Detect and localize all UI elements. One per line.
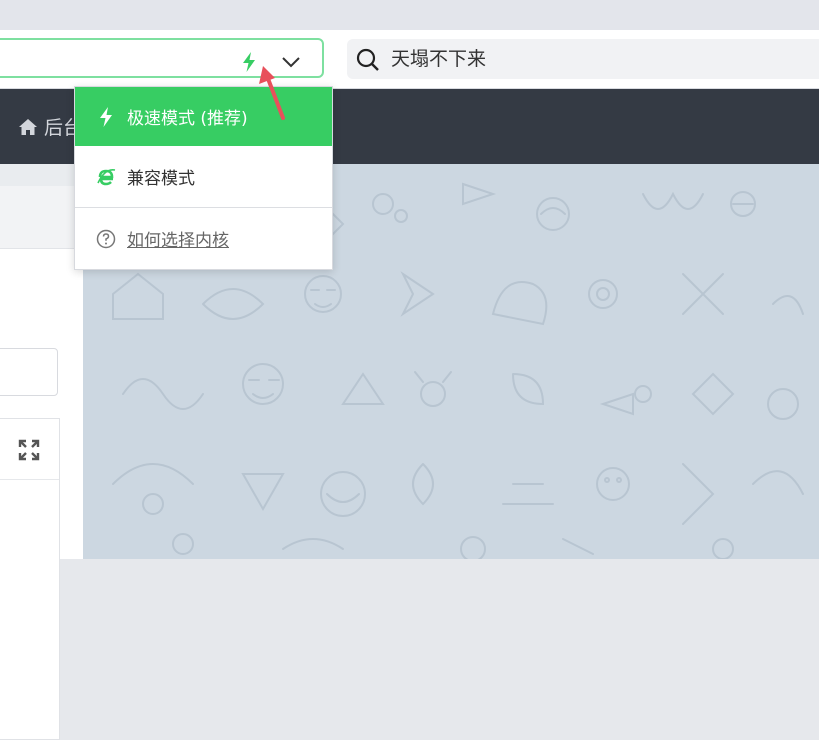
menu-item-speed-mode-label: 极速模式 (推荐) bbox=[127, 109, 248, 129]
menu-item-how-to-choose[interactable]: 如何选择内核 bbox=[75, 209, 332, 268]
left-panel-input[interactable] bbox=[0, 348, 58, 396]
search-icon[interactable] bbox=[356, 48, 380, 72]
left-panel-box bbox=[0, 418, 60, 740]
expand-icon[interactable] bbox=[18, 439, 40, 461]
nav-item-home[interactable]: 后台 bbox=[18, 113, 82, 140]
menu-separator bbox=[75, 207, 332, 208]
menu-item-compat-mode-label: 兼容模式 bbox=[127, 169, 195, 189]
menu-item-compat-mode[interactable]: 兼容模式 bbox=[75, 147, 332, 206]
tab-strip bbox=[0, 0, 819, 30]
left-panel bbox=[0, 164, 83, 740]
left-panel-header bbox=[0, 186, 83, 249]
search-query: 天塌不下来 bbox=[391, 48, 487, 70]
ie-icon bbox=[95, 166, 117, 188]
home-icon bbox=[19, 118, 37, 135]
lightning-icon bbox=[95, 106, 117, 128]
annotation-arrow-icon bbox=[259, 66, 285, 120]
menu-item-how-to-choose-label[interactable]: 如何选择内核 bbox=[127, 226, 229, 251]
question-circle-icon bbox=[95, 228, 117, 250]
browser-toolbar: 天塌不下来 bbox=[0, 30, 819, 89]
left-panel-divider bbox=[0, 479, 59, 480]
search-box[interactable]: 天塌不下来 bbox=[347, 39, 819, 79]
left-panel-strip bbox=[0, 164, 83, 186]
